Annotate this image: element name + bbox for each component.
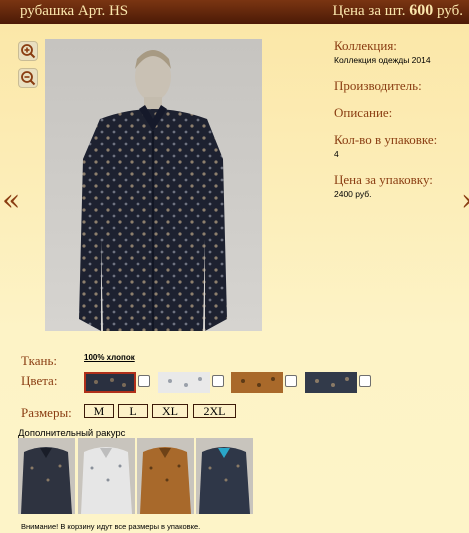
header-bar: рубашка Арт. HS Цена за шт. 600 руб. xyxy=(0,0,469,24)
color-swatch-2[interactable] xyxy=(158,372,210,393)
extra-view-thumb-2[interactable] xyxy=(78,438,135,514)
zoom-out-icon xyxy=(21,71,36,86)
prev-arrow[interactable]: « xyxy=(2,186,20,216)
qty-value: 4 xyxy=(334,149,339,159)
color-checkbox-1[interactable] xyxy=(138,375,150,387)
fabric-value: 100% хлопок xyxy=(84,353,135,362)
size-option-l[interactable]: L xyxy=(118,404,148,418)
description-label: Описание: xyxy=(334,105,393,120)
pack-price-label: Цена за упаковку: xyxy=(334,172,433,187)
pack-price-value: 2400 руб. xyxy=(334,189,372,199)
color-checkbox-3[interactable] xyxy=(285,375,297,387)
color-swatch-3[interactable] xyxy=(231,372,283,393)
product-info: Коллекция: Коллекция одежды 2014 Произво… xyxy=(334,38,464,199)
fabric-label: Ткань: xyxy=(21,353,58,368)
product-title: рубашка Арт. HS xyxy=(20,3,129,19)
size-option-m[interactable]: M xyxy=(84,404,114,418)
extra-view-thumb-4[interactable] xyxy=(196,438,253,514)
qty-label: Кол-во в упаковке: xyxy=(334,132,438,147)
collection-label: Коллекция: xyxy=(334,38,397,53)
collection-value: Коллекция одежды 2014 xyxy=(334,55,431,65)
zoom-in-button[interactable] xyxy=(18,41,38,61)
manufacturer-label: Производитель: xyxy=(334,78,422,93)
extra-view-thumb-3[interactable] xyxy=(137,438,194,514)
pack-notice: Внимание! В корзину идут все размеры в у… xyxy=(21,522,201,531)
colors-label: Цвета: xyxy=(21,373,58,388)
unit-price-value: 600 xyxy=(409,2,434,19)
size-option-2xl[interactable]: 2XL xyxy=(193,404,236,418)
zoom-in-icon xyxy=(21,44,36,59)
product-photo xyxy=(45,39,262,331)
color-swatch-1[interactable] xyxy=(84,372,136,393)
unit-price-label: Цена за шт. xyxy=(332,3,406,19)
size-option-xl[interactable]: XL xyxy=(152,404,188,418)
unit-price: Цена за шт. 600 руб. xyxy=(333,2,464,20)
color-checkbox-2[interactable] xyxy=(212,375,224,387)
zoom-out-button[interactable] xyxy=(18,68,38,88)
color-swatch-4[interactable] xyxy=(305,372,357,393)
sizes-label: Размеры: xyxy=(21,405,72,420)
unit-price-currency: руб. xyxy=(437,3,463,19)
extra-view-thumb-1[interactable] xyxy=(18,438,75,514)
color-checkbox-4[interactable] xyxy=(359,375,371,387)
